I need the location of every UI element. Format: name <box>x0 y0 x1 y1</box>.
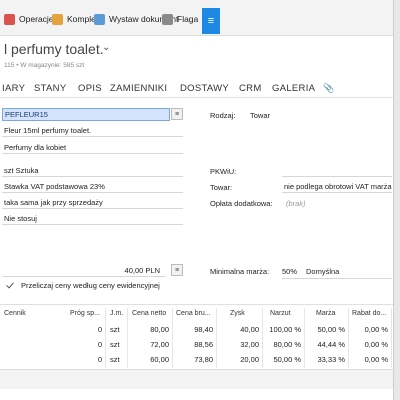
stock-info: W magazynie: 585 szt <box>20 62 85 69</box>
page-title: l perfumy toalet. <box>4 41 104 57</box>
min-marza-mode[interactable]: Domyślna <box>306 267 339 276</box>
attachment-icon[interactable]: 📎 <box>323 83 335 94</box>
code-list-button[interactable]: ≡ <box>171 108 183 120</box>
col-header-cennik[interactable]: Cennik <box>4 310 26 317</box>
min-marza-underline <box>282 278 392 279</box>
flag-button[interactable]: Flaga <box>162 9 198 29</box>
flag-icon <box>162 13 173 25</box>
grid-col-divider <box>391 308 392 368</box>
rodzaj-label: Rodzaj: <box>210 111 236 120</box>
pkwiu-field[interactable] <box>282 164 392 177</box>
cell-prog: 0 <box>97 340 102 349</box>
tab-iary[interactable]: IARY <box>2 83 25 94</box>
cell-netto: 60,00 <box>150 355 169 364</box>
tab-crm[interactable]: CRM <box>239 83 262 94</box>
col-header-marza[interactable]: Marża <box>316 310 335 317</box>
cell-brutto: 73,80 <box>194 355 213 364</box>
group-field[interactable]: Perfumy dla kobiet <box>2 141 183 154</box>
cell-zysk: 20,00 <box>240 355 259 364</box>
towar-value[interactable]: nie podlega obrotowi VAT marża <box>282 180 392 193</box>
cell-jm: szt <box>110 325 120 334</box>
cell-rabat: 0,00 % <box>364 325 388 334</box>
menu-button[interactable]: ≡ <box>202 8 220 34</box>
cell-narzut: 80,00 % <box>273 340 301 349</box>
set-button[interactable]: Komplet <box>52 9 98 29</box>
operations-icon <box>4 13 15 25</box>
oplata-label: Opłata dodatkowa: <box>210 199 273 208</box>
price-field[interactable]: 40,00 PLN <box>2 264 166 277</box>
document-icon <box>94 13 105 25</box>
cell-rabat: 0,00 % <box>364 340 388 349</box>
cell-brutto: 98,40 <box>194 325 213 334</box>
code-field[interactable]: PEFLEUR15 <box>2 108 170 121</box>
cell-marza: 44,44 % <box>317 340 345 349</box>
list-icon: ≡ <box>174 266 180 274</box>
chevron-down-icon[interactable]: ⌄ <box>102 42 110 53</box>
nie-stosuj-field[interactable]: Nie stosuj <box>2 212 183 225</box>
cell-jm: szt <box>110 355 120 364</box>
checkmark-icon[interactable] <box>6 281 15 290</box>
cell-narzut: 100,00 % <box>269 325 301 334</box>
tab-opis[interactable]: OPIS <box>78 83 102 94</box>
cell-netto: 80,00 <box>150 325 169 334</box>
rodzaj-value[interactable]: Towar <box>250 111 270 120</box>
tab-zamienniki[interactable]: ZAMIENNIKI <box>110 83 167 94</box>
sale-vat-field[interactable]: taka sama jak przy sprzedaży <box>2 196 183 209</box>
tab-stany[interactable]: STANY <box>34 83 66 94</box>
subline-code: 115 <box>4 62 15 69</box>
col-header-prog[interactable]: Próg sp... <box>70 310 100 317</box>
cell-jm: szt <box>110 340 120 349</box>
col-header-narzut[interactable]: Narzut <box>270 310 291 317</box>
grid-col-divider <box>105 308 106 368</box>
menu-icon: ≡ <box>207 15 215 27</box>
cell-zysk: 32,00 <box>240 340 259 349</box>
toolbar: Operacje Komplet Wystaw dokument Flaga ≡ <box>0 0 400 36</box>
cell-netto: 72,00 <box>150 340 169 349</box>
cell-marza: 33,33 % <box>317 355 345 364</box>
recalc-checkbox-row[interactable]: Przeliczaj ceny według ceny ewidencyjnej <box>6 281 160 290</box>
unit-field[interactable]: szt Sztuka <box>2 164 183 177</box>
flag-label: Flaga <box>177 14 199 24</box>
operations-button[interactable]: Operacje <box>4 9 54 29</box>
oplata-value[interactable]: (brak) <box>286 199 306 208</box>
cell-marza: 50,00 % <box>317 325 345 334</box>
vat-field[interactable]: Stawka VAT podstawowa 23% <box>2 180 183 193</box>
name-field[interactable]: Fleur 15ml perfumy toalet. <box>2 124 183 137</box>
right-scrollbar[interactable] <box>393 0 400 400</box>
pkwiu-label: PKWiU: <box>210 167 237 176</box>
tab-galeria[interactable]: GALERIA <box>272 83 315 94</box>
cell-narzut: 50,00 % <box>273 355 301 364</box>
towar-label: Towar: <box>210 183 233 192</box>
subline: 115 • W magazynie: 585 szt <box>4 62 84 69</box>
set-icon <box>52 13 63 25</box>
footer-bar <box>0 369 400 389</box>
col-header-brutto[interactable]: Cena bru... <box>176 310 211 317</box>
tab-dostawy[interactable]: DOSTAWY <box>180 83 229 94</box>
cell-zysk: 40,00 <box>240 325 259 334</box>
tabs-divider <box>0 97 400 98</box>
col-header-zysk[interactable]: Zysk <box>230 310 245 317</box>
col-header-rabat[interactable]: Rabat do... <box>352 310 386 317</box>
cell-prog: 0 <box>97 355 102 364</box>
tab-bar: IARY STANY OPIS ZAMIENNIKI DOSTAWY CRM G… <box>0 80 400 98</box>
cell-rabat: 0,00 % <box>364 355 388 364</box>
operations-label: Operacje <box>19 14 54 24</box>
col-header-jm[interactable]: J.m. <box>110 310 123 317</box>
min-marza-value[interactable]: 50% <box>282 267 297 276</box>
list-icon: ≡ <box>174 110 180 118</box>
cell-brutto: 88,56 <box>194 340 213 349</box>
min-marza-label: Minimalna marża: <box>210 267 270 276</box>
price-list-button[interactable]: ≡ <box>171 264 183 276</box>
col-header-netto[interactable]: Cena netto <box>132 310 166 317</box>
cell-prog: 0 <box>97 325 102 334</box>
recalc-label: Przeliczaj ceny według ceny ewidencyjnej <box>21 281 160 290</box>
